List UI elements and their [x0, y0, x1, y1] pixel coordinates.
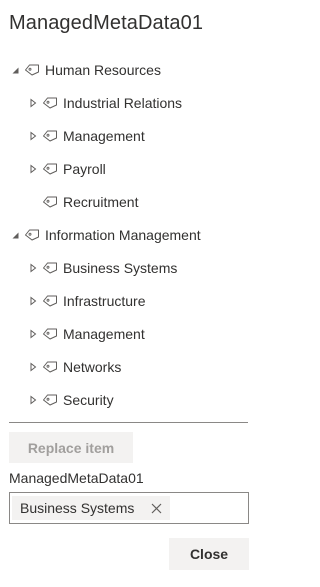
- caret-right-icon[interactable]: [27, 97, 39, 109]
- tree-node-label: Management: [63, 127, 145, 144]
- tag-icon: [42, 327, 60, 341]
- caret-right-icon[interactable]: [27, 295, 39, 307]
- term-picker-field[interactable]: Business Systems: [9, 492, 249, 524]
- tree-node-label: Business Systems: [63, 259, 178, 276]
- tag-icon: [42, 294, 60, 308]
- caret-right-icon[interactable]: [27, 328, 39, 340]
- remove-term-button[interactable]: [146, 498, 166, 518]
- tag-icon: [24, 63, 42, 77]
- tree-node-label: Recruitment: [63, 193, 139, 210]
- field-label: ManagedMetaData01: [9, 470, 144, 486]
- divider: [9, 422, 248, 423]
- tree-node[interactable]: Information Management: [9, 218, 201, 251]
- tree-node[interactable]: Infrastructure: [27, 284, 145, 317]
- selected-term-chip: Business Systems: [12, 496, 171, 520]
- tree-node[interactable]: Payroll: [27, 152, 106, 185]
- tree-node-label: Information Management: [45, 226, 201, 243]
- tree-node[interactable]: Business Systems: [27, 251, 177, 284]
- caret-right-icon[interactable]: [27, 361, 39, 373]
- tag-icon: [42, 360, 60, 374]
- tag-icon: [42, 261, 60, 275]
- close-icon: [151, 503, 162, 513]
- tree-node-label: Management: [63, 325, 145, 342]
- tree-node[interactable]: Management: [27, 119, 145, 152]
- tree-node-label: Networks: [63, 358, 122, 375]
- tree-node-label: Infrastructure: [63, 292, 146, 309]
- tag-icon: [24, 228, 42, 242]
- tree-node[interactable]: Management: [27, 317, 145, 350]
- caret-right-icon[interactable]: [27, 163, 39, 175]
- caret-down-icon[interactable]: [9, 64, 21, 76]
- tag-icon: [42, 195, 60, 209]
- panel-title: ManagedMetaData01: [9, 12, 204, 34]
- tag-icon: [42, 96, 60, 110]
- tag-icon: [42, 162, 60, 176]
- tree-node[interactable]: Human Resources: [9, 53, 161, 86]
- caret-down-icon[interactable]: [9, 229, 21, 241]
- replace-item-button[interactable]: Replace item: [9, 432, 133, 463]
- caret-right-icon[interactable]: [27, 262, 39, 274]
- tree-node[interactable]: Security: [27, 383, 114, 416]
- tree-node-label: Payroll: [63, 160, 106, 177]
- tree-node[interactable]: Recruitment: [27, 185, 138, 218]
- tree-node-label: Industrial Relations: [63, 94, 183, 111]
- tag-icon: [42, 129, 60, 143]
- selected-term-label: Business Systems: [20, 500, 135, 516]
- tree-node-label: Human Resources: [45, 61, 161, 78]
- tree-node[interactable]: Networks: [27, 350, 121, 383]
- tag-icon: [42, 393, 60, 407]
- tree-node-label: Security: [63, 391, 114, 408]
- close-button[interactable]: Close: [169, 538, 249, 570]
- caret-right-icon[interactable]: [27, 130, 39, 142]
- caret-right-icon[interactable]: [27, 394, 39, 406]
- tree-node[interactable]: Industrial Relations: [27, 86, 182, 119]
